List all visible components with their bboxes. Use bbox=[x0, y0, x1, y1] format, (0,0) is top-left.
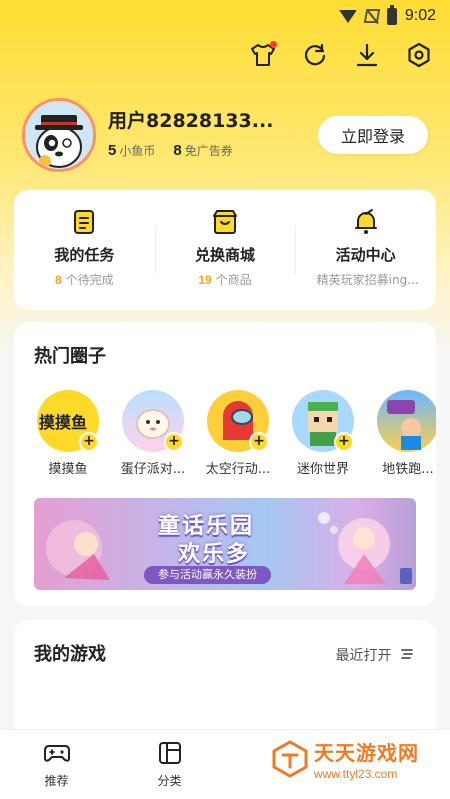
tshirt-icon[interactable] bbox=[248, 40, 278, 70]
join-plus-icon[interactable]: + bbox=[164, 432, 184, 452]
coins-stat[interactable]: 5 小鱼币 bbox=[108, 142, 155, 159]
circle-item[interactable]: + 太空行动... bbox=[202, 390, 274, 477]
category-icon bbox=[157, 742, 183, 770]
watermark-url: www.ttyl23.com bbox=[314, 767, 398, 781]
battery-icon bbox=[386, 4, 397, 25]
circle-item[interactable]: 地铁跑... bbox=[372, 390, 436, 477]
circle-logo: 摸摸鱼 + bbox=[37, 390, 99, 452]
event-banner[interactable]: 童话乐园 欢乐多 参与活动赢永久装扮 bbox=[34, 498, 416, 590]
watermark-text: 天天游戏网 bbox=[314, 741, 419, 765]
sort-recent-button[interactable]: 最近打开 bbox=[336, 645, 414, 665]
circle-item[interactable]: + 蛋仔派对... bbox=[117, 390, 189, 477]
quick-item-tasks[interactable]: 我的任务 8 个待完成 bbox=[14, 190, 155, 310]
username[interactable]: 用户82828133... bbox=[108, 106, 273, 133]
bottom-navigation: 推荐 分类 天天游戏网 www.ttyl23.com bbox=[0, 729, 450, 799]
avatar[interactable] bbox=[22, 98, 96, 172]
login-button[interactable]: 立即登录 bbox=[318, 116, 428, 154]
refresh-icon[interactable] bbox=[300, 40, 330, 70]
join-plus-icon[interactable]: + bbox=[249, 432, 269, 452]
profile-section: 用户82828133... 5 小鱼币 8 免广告券 立即登录 bbox=[22, 98, 432, 173]
bell-icon bbox=[352, 208, 380, 236]
site-watermark: 天天游戏网 www.ttyl23.com bbox=[266, 729, 436, 793]
banner-subtitle: 欢乐多 bbox=[178, 542, 251, 567]
nav-item-recommend[interactable]: 推荐 bbox=[0, 730, 113, 799]
gamepad-icon bbox=[43, 745, 71, 770]
banner-tagline: 参与活动赢永久装扮 bbox=[144, 566, 271, 584]
join-plus-icon[interactable]: + bbox=[334, 432, 354, 452]
notification-dot bbox=[270, 41, 277, 48]
circle-logo: + bbox=[122, 390, 184, 452]
status-time: 9:02 bbox=[404, 7, 436, 24]
download-icon[interactable] bbox=[352, 40, 382, 70]
my-games-title: 我的游戏 bbox=[34, 644, 106, 665]
coupons-stat[interactable]: 8 免广告券 bbox=[173, 142, 232, 159]
circle-item[interactable]: + 迷你世界 bbox=[287, 390, 359, 477]
quick-item-activity[interactable]: 活动中心 精英玩家招募ing... bbox=[295, 190, 436, 310]
wifi-icon bbox=[338, 9, 357, 23]
hot-circles-card: 热门圈子 摸摸鱼 + 摸摸鱼 + 蛋仔派对... + 太空行动... + 迷你世… bbox=[14, 322, 436, 606]
circle-item[interactable]: 摸摸鱼 + 摸摸鱼 bbox=[32, 390, 104, 477]
quick-actions-card: 我的任务 8 个待完成 兑换商城 19 个商品 活动中心 精英玩家招募ing... bbox=[14, 190, 436, 310]
settings-icon[interactable] bbox=[404, 40, 434, 70]
circle-logo bbox=[377, 390, 436, 452]
no-signal-icon bbox=[363, 9, 381, 23]
hot-circles-title: 热门圈子 bbox=[34, 346, 106, 367]
circle-logo-text: 摸摸鱼 bbox=[39, 413, 88, 432]
shop-icon bbox=[211, 208, 239, 236]
nav-item-category[interactable]: 分类 bbox=[113, 730, 226, 799]
circle-logo: + bbox=[292, 390, 354, 452]
join-plus-icon[interactable]: + bbox=[79, 432, 99, 452]
quick-item-shop[interactable]: 兑换商城 19 个商品 bbox=[154, 190, 296, 310]
task-icon bbox=[70, 208, 98, 236]
sort-icon bbox=[400, 647, 414, 665]
circle-list: 摸摸鱼 + 摸摸鱼 + 蛋仔派对... + 太空行动... + 迷你世界 地铁跑… bbox=[32, 390, 436, 477]
status-bar: 9:02 bbox=[0, 0, 450, 32]
profile-stats: 5 小鱼币 8 免广告券 bbox=[108, 142, 233, 159]
circle-logo: + bbox=[207, 390, 269, 452]
top-toolbar bbox=[248, 40, 434, 70]
